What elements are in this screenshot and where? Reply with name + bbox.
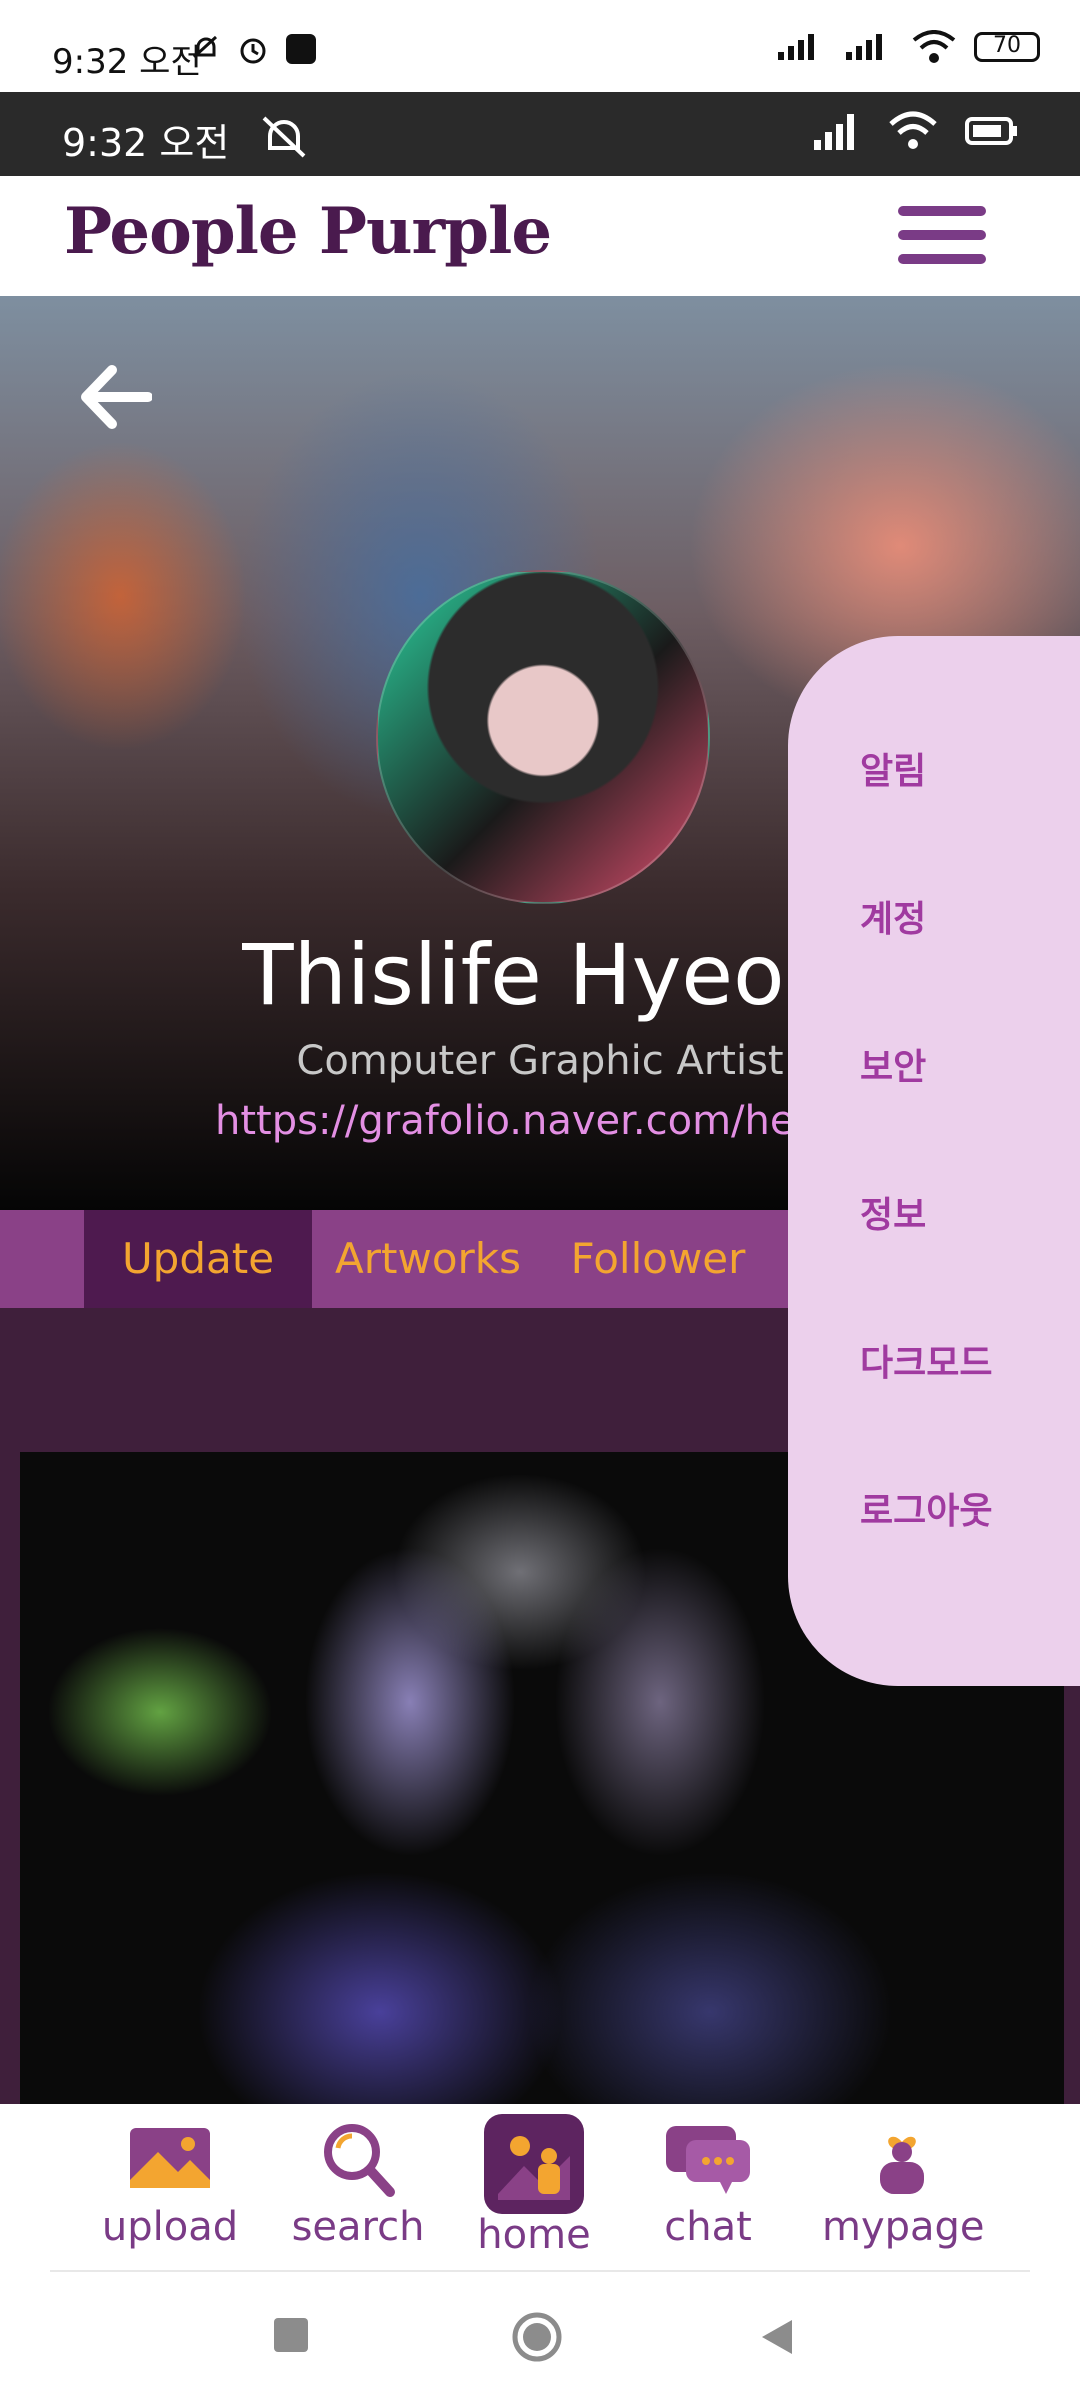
hamburger-menu-icon[interactable] xyxy=(898,206,986,270)
nav-search[interactable]: search xyxy=(278,2118,438,2250)
system-status-bar: 9:32 오전 70 xyxy=(0,0,1080,92)
brand-logo[interactable]: People Purple xyxy=(64,194,552,269)
nav-chat[interactable]: chat xyxy=(628,2118,788,2250)
app-header: People Purple xyxy=(0,176,1080,296)
battery-level: 70 xyxy=(993,33,1021,58)
menu-item-dark-mode[interactable]: 다크모드 xyxy=(860,1334,992,1386)
battery-icon: 70 xyxy=(974,32,1040,62)
side-menu: 알림 계정 보안 정보 다크모드 로그아웃 xyxy=(788,636,1080,1686)
recent-apps-icon[interactable] xyxy=(272,2316,312,2356)
alarm-icon xyxy=(240,38,266,64)
app-status-time: 9:32 오전 xyxy=(62,121,230,165)
home-button-icon[interactable] xyxy=(510,2310,564,2364)
nav-mypage[interactable]: mypage xyxy=(822,2118,985,2250)
bottom-nav: upload search home chat mypage xyxy=(0,2104,1080,2272)
chat-icon xyxy=(666,2126,750,2194)
menu-item-security[interactable]: 보안 xyxy=(860,1038,926,1090)
search-icon xyxy=(324,2124,395,2197)
app-signal-icon xyxy=(814,114,854,150)
signal-2-icon xyxy=(846,34,882,60)
back-arrow-icon[interactable] xyxy=(78,360,152,434)
system-nav-bar xyxy=(0,2272,1080,2400)
back-button-icon[interactable] xyxy=(756,2316,798,2358)
nav-home-label: home xyxy=(477,2212,591,2258)
nav-upload[interactable]: upload xyxy=(90,2118,250,2250)
nav-home[interactable]: home xyxy=(454,2114,614,2258)
home-icon xyxy=(484,2114,584,2214)
profile-avatar[interactable] xyxy=(376,570,710,904)
system-time: 9:32 오전 xyxy=(52,42,202,82)
mute-icon xyxy=(192,35,218,59)
app-status-bar: 9:32 오전 xyxy=(0,92,1080,176)
nav-mypage-label: mypage xyxy=(822,2204,985,2250)
tab-update[interactable]: Update xyxy=(84,1210,312,1308)
menu-item-info[interactable]: 정보 xyxy=(860,1186,926,1238)
menu-item-logout[interactable]: 로그아웃 xyxy=(860,1482,992,1534)
nav-search-label: search xyxy=(291,2204,425,2250)
nav-upload-label: upload xyxy=(101,2204,239,2250)
app-battery-icon xyxy=(965,117,1017,145)
mypage-icon xyxy=(880,2136,924,2194)
notifications-off-icon xyxy=(262,116,306,158)
app-notification-icon xyxy=(286,34,316,64)
profile-link[interactable]: https://grafolio.naver.com/heww xyxy=(215,1098,860,1144)
wifi-icon xyxy=(912,30,956,63)
nav-chat-label: chat xyxy=(664,2204,752,2250)
tab-follower[interactable]: Follower xyxy=(548,1210,768,1308)
app-wifi-icon xyxy=(889,111,937,149)
system-left-icons xyxy=(190,32,318,66)
signal-icon xyxy=(778,34,814,60)
image-icon xyxy=(130,2128,210,2188)
menu-item-notifications[interactable]: 알림 xyxy=(860,742,926,794)
menu-item-account[interactable]: 계정 xyxy=(860,890,926,942)
app-status-icons xyxy=(812,110,1020,152)
tab-artworks[interactable]: Artworks xyxy=(318,1210,538,1308)
system-right-icons: 70 xyxy=(776,30,1040,64)
